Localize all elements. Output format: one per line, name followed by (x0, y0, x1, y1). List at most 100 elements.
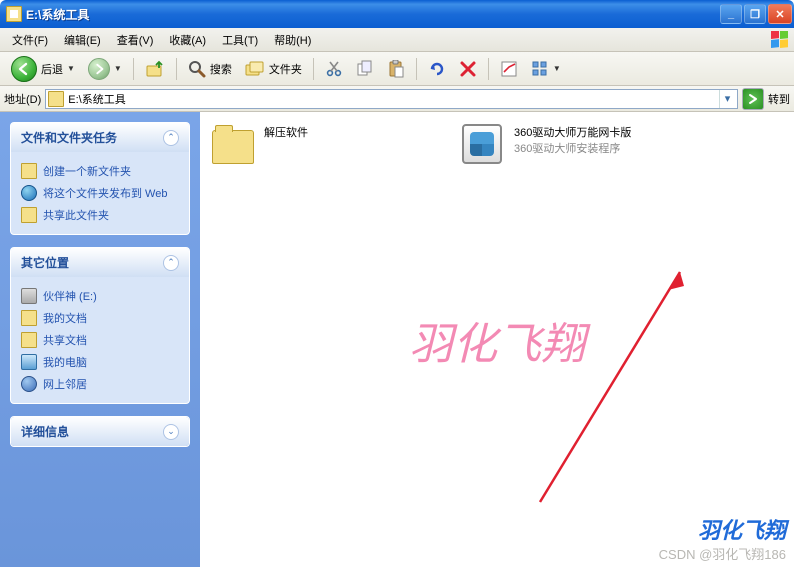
titlebar[interactable]: E:\系统工具 _ ❐ ✕ (0, 0, 794, 28)
menu-favorites[interactable]: 收藏(A) (161, 30, 214, 50)
undo-icon (428, 60, 446, 78)
watermark-text: 羽化飞翔 (409, 308, 585, 372)
paste-button[interactable] (382, 57, 410, 81)
place-network-neighborhood[interactable]: 网上邻居 (21, 373, 179, 395)
menubar: 文件(F) 编辑(E) 查看(V) 收藏(A) 工具(T) 帮助(H) (0, 28, 794, 52)
cut-button[interactable] (320, 57, 348, 81)
details-panel-header[interactable]: 详细信息 ⌄ (11, 417, 189, 446)
collapse-icon[interactable]: ⌃ (163, 130, 179, 146)
menu-tools[interactable]: 工具(T) (214, 30, 266, 50)
csdn-attribution: CSDN @羽化飞翔186 (659, 544, 786, 563)
up-button[interactable] (140, 56, 170, 82)
place-shared-documents[interactable]: 共享文档 (21, 329, 179, 351)
folder-icon (21, 332, 37, 348)
menu-view[interactable]: 查看(V) (109, 30, 162, 50)
copy-button[interactable] (351, 57, 379, 81)
folder-icon (21, 310, 37, 326)
app-icon (462, 124, 502, 164)
views-icon (531, 60, 549, 78)
windows-logo-icon (770, 30, 790, 50)
search-button[interactable]: 搜索 (183, 57, 237, 81)
scissors-icon (325, 60, 343, 78)
application-item[interactable]: 360驱动大师万能网卡版 360驱动大师安装程序 (462, 124, 672, 170)
folder-up-icon (145, 59, 165, 79)
panel-title: 文件和文件夹任务 (21, 129, 117, 146)
place-label: 网上邻居 (43, 376, 87, 392)
address-dropdown-button[interactable]: ▾ (719, 90, 735, 108)
toolbar: 后退 ▼ ▼ 搜索 文件夹 ▼ (0, 52, 794, 86)
item-name: 360驱动大师万能网卡版 (514, 124, 631, 140)
tasks-sidebar: 文件和文件夹任务 ⌃ 创建一个新文件夹 将这个文件夹发布到 Web 共享此文件夹… (0, 112, 200, 567)
place-my-computer[interactable]: 我的电脑 (21, 351, 179, 373)
copy-icon (356, 60, 374, 78)
share-folder-icon (21, 207, 37, 223)
task-publish-web[interactable]: 将这个文件夹发布到 Web (21, 182, 179, 204)
task-label: 共享此文件夹 (43, 207, 109, 223)
computer-icon (21, 354, 37, 370)
go-label: 转到 (768, 91, 790, 107)
separator (416, 58, 417, 80)
address-label: 地址(D) (4, 91, 41, 107)
drive-icon (21, 288, 37, 304)
minimize-button[interactable]: _ (720, 4, 742, 24)
go-button[interactable] (742, 88, 764, 110)
window-title: E:\系统工具 (26, 6, 720, 23)
addressbar: 地址(D) E:\系统工具 ▾ 转到 (0, 86, 794, 112)
properties-button[interactable] (495, 57, 523, 81)
back-button[interactable]: 后退 ▼ (6, 53, 80, 85)
folder-icon (212, 130, 254, 164)
folder-icon (6, 6, 22, 22)
task-new-folder[interactable]: 创建一个新文件夹 (21, 160, 179, 182)
network-icon (21, 376, 37, 392)
maximize-button[interactable]: ❐ (744, 4, 766, 24)
menu-edit[interactable]: 编辑(E) (56, 30, 109, 50)
separator (488, 58, 489, 80)
address-input[interactable]: E:\系统工具 ▾ (45, 89, 738, 109)
place-label: 共享文档 (43, 332, 87, 348)
caret-down-icon: ▼ (114, 64, 122, 73)
forward-button[interactable]: ▼ (83, 55, 127, 83)
close-button[interactable]: ✕ (768, 4, 792, 24)
collapse-icon[interactable]: ⌃ (163, 255, 179, 271)
other-places-panel-header[interactable]: 其它位置 ⌃ (11, 248, 189, 277)
delete-x-icon (459, 60, 477, 78)
folder-item[interactable]: 解压软件 (212, 124, 422, 170)
back-arrow-icon (11, 56, 37, 82)
separator (313, 58, 314, 80)
undo-button[interactable] (423, 57, 451, 81)
panel-title: 其它位置 (21, 254, 69, 271)
folder-icon (21, 163, 37, 179)
separator (133, 58, 134, 80)
brand-watermark: 羽化飞翔 (698, 513, 786, 545)
menu-file[interactable]: 文件(F) (4, 30, 56, 50)
item-name: 解压软件 (264, 124, 308, 140)
search-label: 搜索 (210, 61, 232, 77)
address-path: E:\系统工具 (68, 91, 719, 107)
annotation-arrow-icon (520, 252, 720, 512)
views-button[interactable]: ▼ (526, 57, 566, 81)
delete-button[interactable] (454, 57, 482, 81)
search-icon (188, 60, 206, 78)
task-share-folder[interactable]: 共享此文件夹 (21, 204, 179, 226)
caret-down-icon: ▼ (67, 64, 75, 73)
file-tasks-panel-header[interactable]: 文件和文件夹任务 ⌃ (11, 123, 189, 152)
folders-button[interactable]: 文件夹 (240, 57, 307, 81)
separator (176, 58, 177, 80)
globe-icon (21, 185, 37, 201)
caret-down-icon: ▼ (553, 64, 561, 73)
panel-title: 详细信息 (21, 423, 69, 440)
task-label: 创建一个新文件夹 (43, 163, 131, 179)
properties-icon (500, 60, 518, 78)
place-label: 我的电脑 (43, 354, 87, 370)
item-subtitle: 360驱动大师安装程序 (514, 140, 631, 156)
place-label: 伙伴神 (E:) (43, 288, 97, 304)
menu-help[interactable]: 帮助(H) (266, 30, 319, 50)
content-area[interactable]: 解压软件 360驱动大师万能网卡版 360驱动大师安装程序 羽化飞翔 (200, 112, 794, 567)
folders-label: 文件夹 (269, 61, 302, 77)
task-label: 将这个文件夹发布到 Web (43, 185, 167, 201)
place-drive-e[interactable]: 伙伴神 (E:) (21, 285, 179, 307)
expand-icon[interactable]: ⌄ (163, 424, 179, 440)
forward-arrow-icon (88, 58, 110, 80)
place-my-documents[interactable]: 我的文档 (21, 307, 179, 329)
back-label: 后退 (41, 61, 63, 77)
